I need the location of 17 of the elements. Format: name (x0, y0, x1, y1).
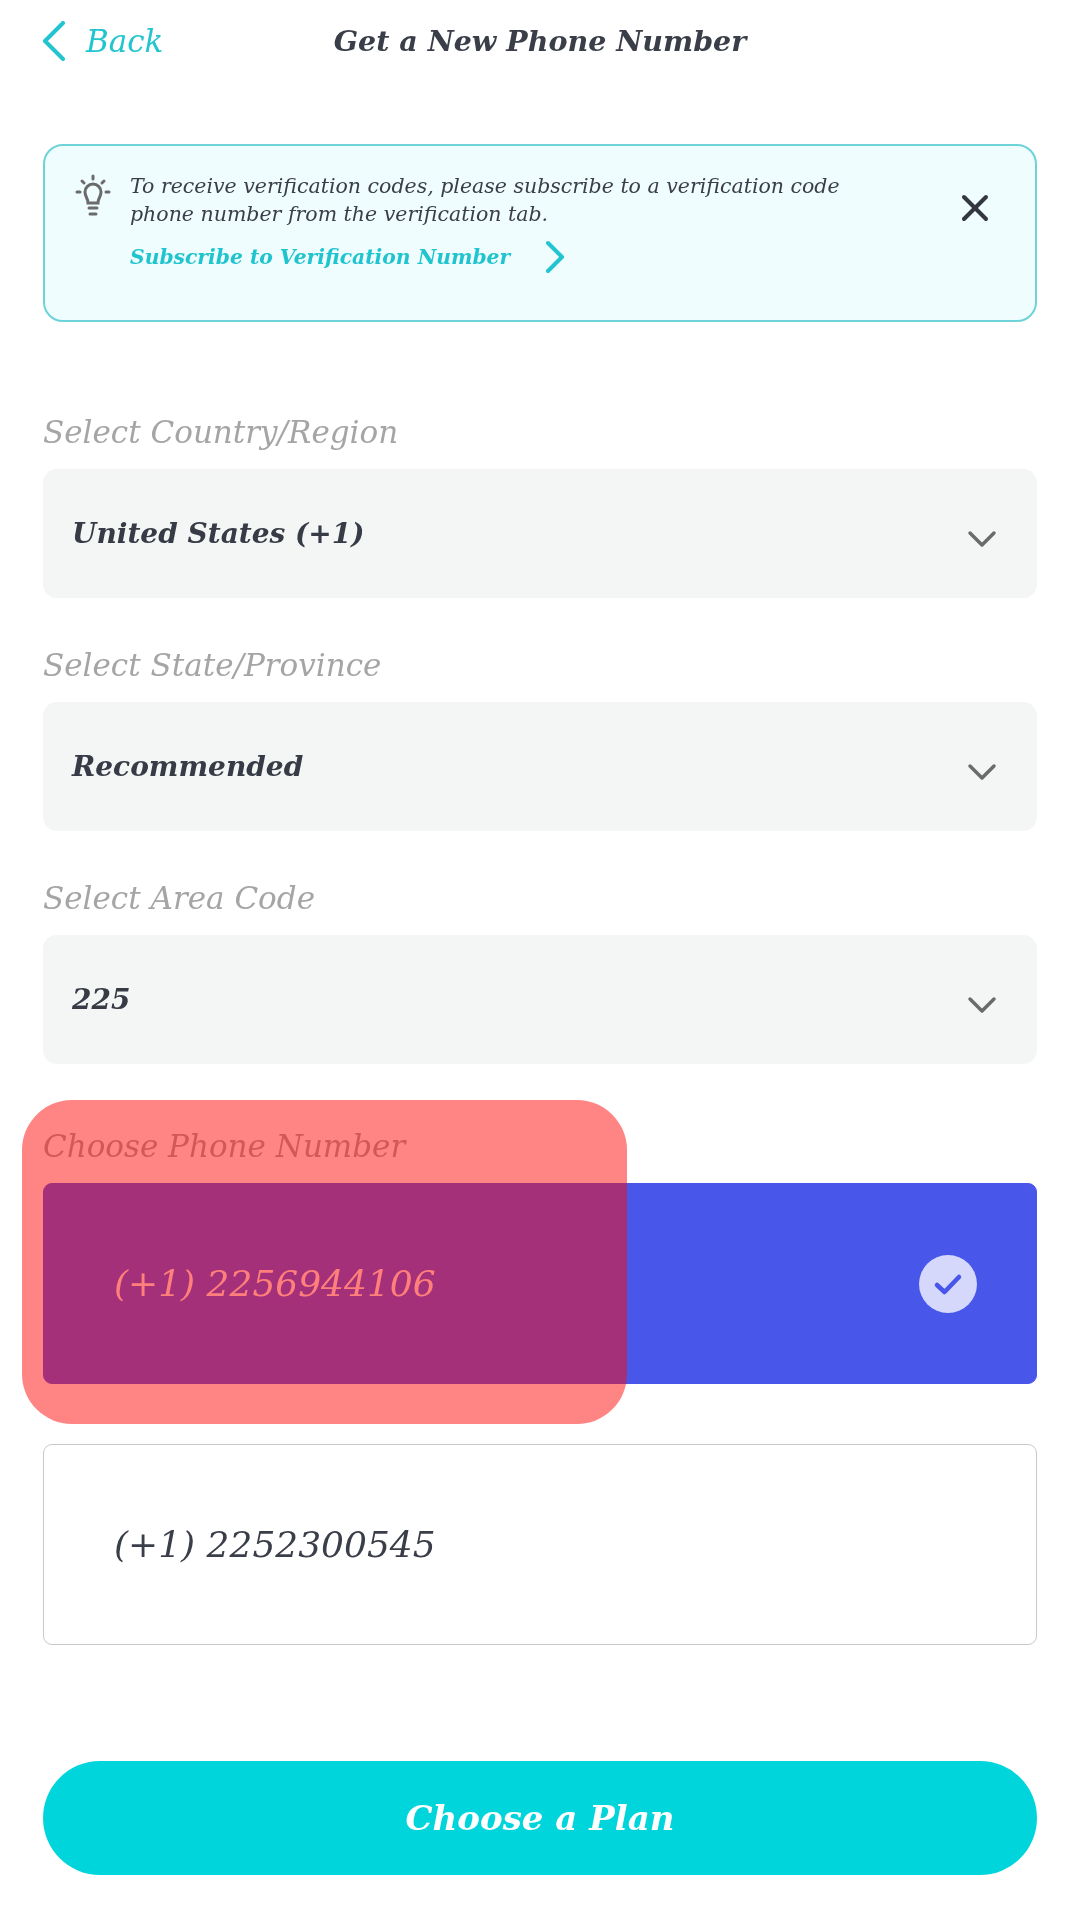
notice-text: To receive verification codes, please subscribe to a verification code phone number from the verification tab. (130, 173, 841, 228)
check-circle-icon (919, 1254, 977, 1313)
page-title: Get a New Phone Number (333, 24, 747, 58)
phone-option[interactable]: (+1) 2252300545 (43, 1444, 1037, 1645)
chevron-right-icon (544, 240, 567, 274)
chevron-left-icon (42, 21, 66, 61)
chevron-down-icon (967, 995, 997, 1014)
dropdown-select[interactable]: 225 (43, 935, 1037, 1064)
field-label: Select Country/Region (43, 413, 400, 452)
dropdown-select[interactable]: Recommended (43, 702, 1037, 831)
close-icon[interactable] (961, 194, 989, 222)
field-label: Select Area Code (43, 879, 316, 918)
chevron-down-icon (967, 529, 997, 548)
dropdown-select[interactable]: United States (+1) (43, 469, 1037, 598)
chevron-down-icon (967, 762, 997, 781)
field-label: Select State/Province (43, 646, 383, 685)
lightbulb-icon (75, 174, 111, 218)
